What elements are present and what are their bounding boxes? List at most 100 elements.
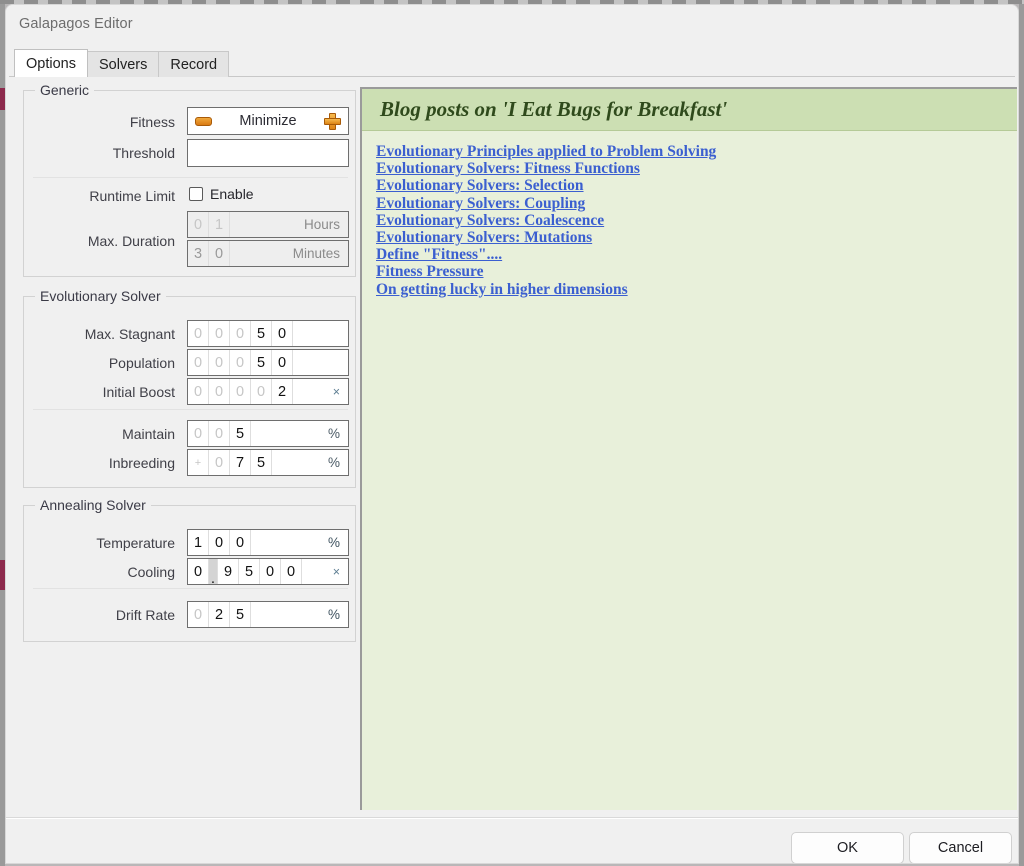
- digit-cell[interactable]: 0: [281, 559, 302, 584]
- runtime-limit-checkbox-label: Enable: [210, 186, 254, 202]
- digit-cell[interactable]: 0: [230, 530, 251, 555]
- digit-cell[interactable]: 5: [230, 602, 251, 627]
- plus-icon[interactable]: [324, 112, 341, 130]
- minus-icon[interactable]: [195, 116, 212, 126]
- inbreeding-input[interactable]: + 0 7 5 %: [187, 449, 349, 476]
- field-filler: [251, 602, 328, 627]
- fitness-selector[interactable]: Minimize: [187, 107, 349, 135]
- digit-cell[interactable]: 0: [251, 379, 272, 404]
- digit-cell[interactable]: 2: [209, 602, 230, 627]
- drift-rate-input[interactable]: 0 2 5 %: [187, 601, 349, 628]
- unit-percent: %: [327, 535, 340, 550]
- blog-link[interactable]: Evolutionary Solvers: Fitness Functions: [376, 160, 640, 177]
- generic-row-separator: [33, 177, 348, 178]
- label-fitness: Fitness: [129, 114, 175, 130]
- max-duration-minutes-input[interactable]: 3 0 Minutes: [187, 240, 349, 267]
- label-inbreeding: Inbreeding: [108, 455, 175, 471]
- digit-cell[interactable]: 0: [209, 450, 230, 475]
- blog-panel: Blog posts on 'I Eat Bugs for Breakfast'…: [360, 87, 1017, 810]
- digit-cell[interactable]: 3: [188, 241, 209, 266]
- temperature-input[interactable]: 1 0 0 %: [187, 529, 349, 556]
- label-runtime-limit: Runtime Limit: [89, 188, 175, 204]
- digit-cell[interactable]: 0: [188, 421, 209, 446]
- digit-cell[interactable]: 0: [209, 421, 230, 446]
- runtime-limit-checkbox[interactable]: [189, 187, 203, 201]
- digit-cell[interactable]: 0: [230, 379, 251, 404]
- digit-cell[interactable]: 0: [188, 602, 209, 627]
- decimal-point-cell[interactable]: .: [209, 559, 218, 584]
- ok-button[interactable]: OK: [791, 832, 904, 863]
- digit-cell[interactable]: 1: [188, 530, 209, 555]
- digit-cell[interactable]: 1: [209, 212, 230, 237]
- maintain-input[interactable]: 0 0 5 %: [187, 420, 349, 447]
- digit-cell[interactable]: 5: [251, 321, 272, 346]
- blog-link[interactable]: On getting lucky in higher dimensions: [376, 281, 628, 298]
- digit-cell[interactable]: 0: [230, 321, 251, 346]
- digit-cell[interactable]: 0: [209, 530, 230, 555]
- digit-cell[interactable]: 0: [272, 321, 293, 346]
- digit-cell[interactable]: 7: [230, 450, 251, 475]
- cancel-button[interactable]: Cancel: [909, 832, 1012, 863]
- group-generic-title: Generic: [35, 82, 95, 98]
- digit-cell[interactable]: 0: [209, 241, 230, 266]
- digit-cell[interactable]: 0: [272, 350, 293, 375]
- digit-cell[interactable]: 0: [230, 350, 251, 375]
- blog-link[interactable]: Evolutionary Solvers: Coupling: [376, 195, 585, 212]
- digit-cell-sign[interactable]: +: [188, 450, 209, 475]
- field-filler: [302, 559, 333, 584]
- label-initial-boost: Initial Boost: [102, 384, 175, 400]
- digit-cell[interactable]: 0: [260, 559, 281, 584]
- digit-cell[interactable]: 0: [188, 212, 209, 237]
- label-population: Population: [108, 355, 175, 371]
- digit-cell[interactable]: 5: [251, 350, 272, 375]
- field-filler: [272, 450, 328, 475]
- blog-link[interactable]: Evolutionary Solvers: Selection: [376, 177, 584, 194]
- title-bar: Galapagos Editor: [6, 5, 1018, 44]
- digit-cell[interactable]: 0: [188, 559, 209, 584]
- tab-strip: Options Solvers Record: [14, 49, 230, 77]
- tab-options[interactable]: Options: [14, 49, 88, 77]
- blog-link[interactable]: Evolutionary Principles applied to Probl…: [376, 143, 716, 160]
- unit-percent: %: [327, 607, 340, 622]
- digit-cell[interactable]: 5: [239, 559, 260, 584]
- blog-link-list: Evolutionary Principles applied to Probl…: [362, 131, 1017, 298]
- digit-cell[interactable]: 0: [188, 321, 209, 346]
- desktop-edge-strip-right: [1019, 0, 1024, 866]
- evolutionary-row-separator: [33, 409, 348, 410]
- digit-cell[interactable]: 0: [209, 379, 230, 404]
- population-input[interactable]: 0 0 0 5 0: [187, 349, 349, 376]
- field-filler: [230, 241, 293, 266]
- digit-cell[interactable]: 0: [188, 379, 209, 404]
- label-cooling: Cooling: [127, 564, 175, 580]
- unit-minutes: Minutes: [292, 246, 340, 261]
- label-drift-rate: Drift Rate: [115, 607, 175, 623]
- field-filler: [293, 321, 348, 346]
- digit-cell[interactable]: 2: [272, 379, 293, 404]
- digit-cell[interactable]: 0: [209, 350, 230, 375]
- digit-cell[interactable]: 0: [188, 350, 209, 375]
- runtime-limit-checkbox-row[interactable]: Enable: [189, 186, 254, 202]
- digit-cell[interactable]: 5: [230, 421, 251, 446]
- threshold-input[interactable]: [187, 139, 349, 167]
- field-filler: [251, 530, 328, 555]
- initial-boost-input[interactable]: 0 0 0 0 2 ×: [187, 378, 349, 405]
- annealing-row-separator: [33, 588, 348, 589]
- blog-link[interactable]: Define "Fitness"....: [376, 246, 502, 263]
- unit-percent: %: [327, 426, 340, 441]
- unit-hours: Hours: [303, 217, 340, 232]
- max-duration-hours-input[interactable]: 0 1 Hours: [187, 211, 349, 238]
- tab-record[interactable]: Record: [158, 51, 230, 77]
- digit-cell[interactable]: 5: [251, 450, 272, 475]
- blog-link[interactable]: Evolutionary Solvers: Mutations: [376, 229, 592, 246]
- blog-link[interactable]: Evolutionary Solvers: Coalescence: [376, 212, 604, 229]
- label-max-stagnant: Max. Stagnant: [84, 326, 175, 342]
- tab-solvers[interactable]: Solvers: [86, 51, 160, 77]
- blog-link[interactable]: Fitness Pressure: [376, 263, 484, 280]
- group-evolutionary-title: Evolutionary Solver: [35, 288, 166, 304]
- group-annealing-title: Annealing Solver: [35, 497, 151, 513]
- digit-cell[interactable]: 0: [209, 321, 230, 346]
- digit-cell[interactable]: 9: [218, 559, 239, 584]
- cooling-input[interactable]: 0 . 9 5 0 0 ×: [187, 558, 349, 585]
- unit-multiplier: ×: [332, 564, 340, 579]
- max-stagnant-input[interactable]: 0 0 0 5 0: [187, 320, 349, 347]
